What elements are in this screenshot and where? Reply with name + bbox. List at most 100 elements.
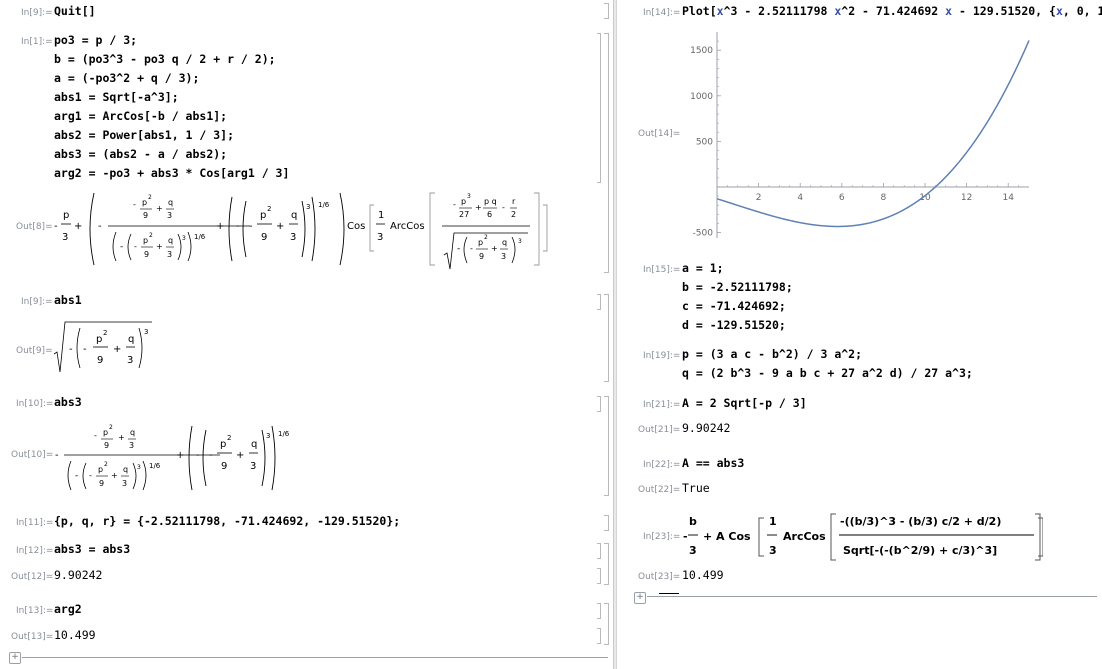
cell-group-bracket[interactable]	[604, 33, 609, 273]
cell-bracket[interactable]	[597, 396, 601, 412]
svg-text:Cos: Cos	[347, 221, 365, 232]
cell-insertion-line[interactable]	[22, 657, 608, 658]
input-formula[interactable]: b - 3 + A Cos 1 3 ArcCos -((b/3)^3 - (b/…	[683, 510, 1043, 564]
svg-text:-: -	[502, 203, 505, 212]
plot-input-code[interactable]: Plot[x^3 - 2.52111798 x^2 - 71.424692 x …	[682, 4, 1102, 18]
svg-text:9: 9	[99, 479, 104, 488]
svg-text:1/6: 1/6	[278, 430, 290, 438]
svg-text:+: +	[74, 221, 82, 232]
input-code[interactable]: A = 2 Sqrt[-p / 3]	[682, 396, 807, 410]
svg-text:+ A Cos: + A Cos	[703, 530, 751, 543]
y-tick-label: 500	[696, 137, 713, 147]
input-code-line[interactable]: c = -71.424692;	[682, 299, 786, 313]
svg-text:-: -	[69, 344, 73, 355]
svg-text:q: q	[251, 439, 257, 450]
input-code-line[interactable]: a = 1;	[682, 261, 724, 275]
input-code[interactable]: A == abs3	[682, 456, 744, 470]
input-code-line[interactable]: d = -129.51520;	[682, 318, 786, 332]
cell-bracket[interactable]	[597, 568, 601, 584]
output-label: Out[13]=	[11, 632, 54, 642]
cell-bracket[interactable]	[597, 603, 601, 619]
output-label: Out[9]=	[16, 346, 53, 356]
input-code-line[interactable]: abs1 = Sqrt[-a^3];	[54, 90, 179, 104]
svg-text:-: -	[209, 450, 213, 461]
y-tick-label: -500	[693, 229, 714, 239]
svg-text:3: 3	[769, 544, 777, 557]
svg-text:p: p	[260, 210, 266, 221]
input-code-line[interactable]: abs3 = (abs2 - a / abs2);	[54, 147, 227, 161]
svg-text:2: 2	[109, 424, 113, 431]
svg-text:2: 2	[267, 205, 271, 213]
plot-curve	[716, 40, 1030, 228]
svg-text:-: -	[89, 471, 92, 480]
svg-text:2: 2	[511, 210, 516, 219]
output-formula: - - p 2 9 + q 3 - - p 2 9 + q 3 3 1/6 + …	[55, 424, 290, 491]
output-label: Out[12]=	[11, 572, 54, 582]
right-notebook[interactable]: In[14]:= Plot[x^3 - 2.52111798 x^2 - 71.…	[617, 0, 1102, 669]
svg-text:+: +	[475, 203, 482, 212]
input-code-line[interactable]: abs2 = Power[abs1, 1 / 3];	[54, 128, 234, 142]
insert-cell-plus-icon[interactable]: +	[634, 592, 646, 604]
input-label: In[23]:=	[643, 532, 681, 542]
cell-bracket[interactable]	[597, 294, 601, 310]
input-code-line[interactable]: arg2 = -po3 + abs3 * Cos[arg1 / 3]	[54, 166, 289, 180]
x-tick-label: 12	[961, 193, 972, 203]
input-code-line[interactable]: p = (3 a c - b^2) / 3 a^2;	[682, 347, 862, 361]
svg-text:r: r	[512, 197, 516, 206]
input-code-line[interactable]: po3 = p / 3;	[54, 33, 137, 47]
svg-text:-: -	[470, 244, 473, 253]
x-tick-label: 2	[756, 193, 762, 203]
left-notebook[interactable]: In[9]:= Quit[] In[1]:= po3 = p / 3; b = …	[0, 0, 613, 669]
svg-text:-: -	[94, 431, 97, 440]
svg-text:9: 9	[479, 252, 484, 261]
svg-text:-: -	[196, 450, 200, 461]
cell-group-bracket[interactable]	[604, 294, 609, 382]
input-code-line[interactable]: b = -2.52111798;	[682, 280, 793, 294]
cell-group-bracket[interactable]	[604, 543, 609, 585]
cell-bracket[interactable]	[604, 3, 609, 19]
input-code[interactable]: abs3 = abs3	[54, 542, 130, 556]
input-label: In[19]:=	[643, 351, 681, 361]
svg-text:+: +	[118, 433, 125, 442]
svg-text:-: -	[75, 471, 78, 481]
input-code[interactable]: abs1	[54, 293, 82, 307]
insert-cell-plus-icon[interactable]: +	[9, 652, 21, 664]
cell-group-bracket[interactable]	[604, 396, 609, 496]
y-tick-label: 1500	[690, 46, 713, 56]
svg-text:3: 3	[306, 203, 310, 211]
cell-bracket[interactable]	[597, 543, 601, 559]
svg-text:p: p	[220, 439, 226, 450]
input-code-line[interactable]: arg1 = ArcCos[-b / abs1];	[54, 109, 227, 123]
x-tick-label: 4	[797, 193, 803, 203]
cell-bracket[interactable]	[597, 628, 601, 644]
input-code[interactable]: {p, q, r} = {-2.52111798, -71.424692, -1…	[54, 514, 400, 528]
svg-text:q: q	[123, 465, 128, 474]
input-code[interactable]: Quit[]	[54, 4, 96, 18]
svg-text:9: 9	[97, 355, 103, 366]
svg-text:p: p	[98, 465, 103, 474]
svg-text:-((b/3)^3 - (b/3) c/2 + d/2): -((b/3)^3 - (b/3) c/2 + d/2)	[840, 515, 1001, 528]
cell-bracket[interactable]	[597, 33, 601, 183]
svg-text:Sqrt[-(-(b^2/9) + c/3)^3]: Sqrt[-(-(b^2/9) + c/3)^3]	[843, 544, 997, 557]
cell-insertion-line[interactable]	[647, 596, 1097, 597]
svg-text:3: 3	[377, 232, 383, 243]
svg-text:+: +	[113, 344, 121, 355]
input-code-line[interactable]: a = (-po3^2 + q / 3);	[54, 71, 199, 85]
cell-bracket[interactable]	[604, 515, 609, 531]
cell-group-bracket[interactable]	[604, 603, 609, 645]
plot-output[interactable]: 2 4 6 8 10 12 1415001000500-500	[677, 26, 1057, 248]
svg-text:q: q	[168, 236, 173, 245]
svg-text:+: +	[276, 221, 284, 232]
input-code-line[interactable]: b = (po3^3 - po3 q / 2 + r / 2);	[54, 52, 276, 66]
input-code[interactable]: abs3	[54, 395, 82, 409]
input-code[interactable]: arg2	[54, 602, 82, 616]
input-code-line[interactable]: q = (2 b^3 - 9 a b c + 27 a^2 d) / 27 a^…	[682, 366, 973, 380]
output-value: 10.499	[682, 568, 724, 582]
svg-text:1: 1	[769, 515, 777, 528]
output-label: Out[22]=	[638, 485, 681, 495]
svg-text:3: 3	[127, 355, 133, 366]
input-label: In[15]:=	[643, 265, 681, 275]
digit-3: 3	[62, 232, 68, 243]
symbol-p: p	[63, 210, 69, 221]
svg-text:2: 2	[149, 232, 153, 239]
